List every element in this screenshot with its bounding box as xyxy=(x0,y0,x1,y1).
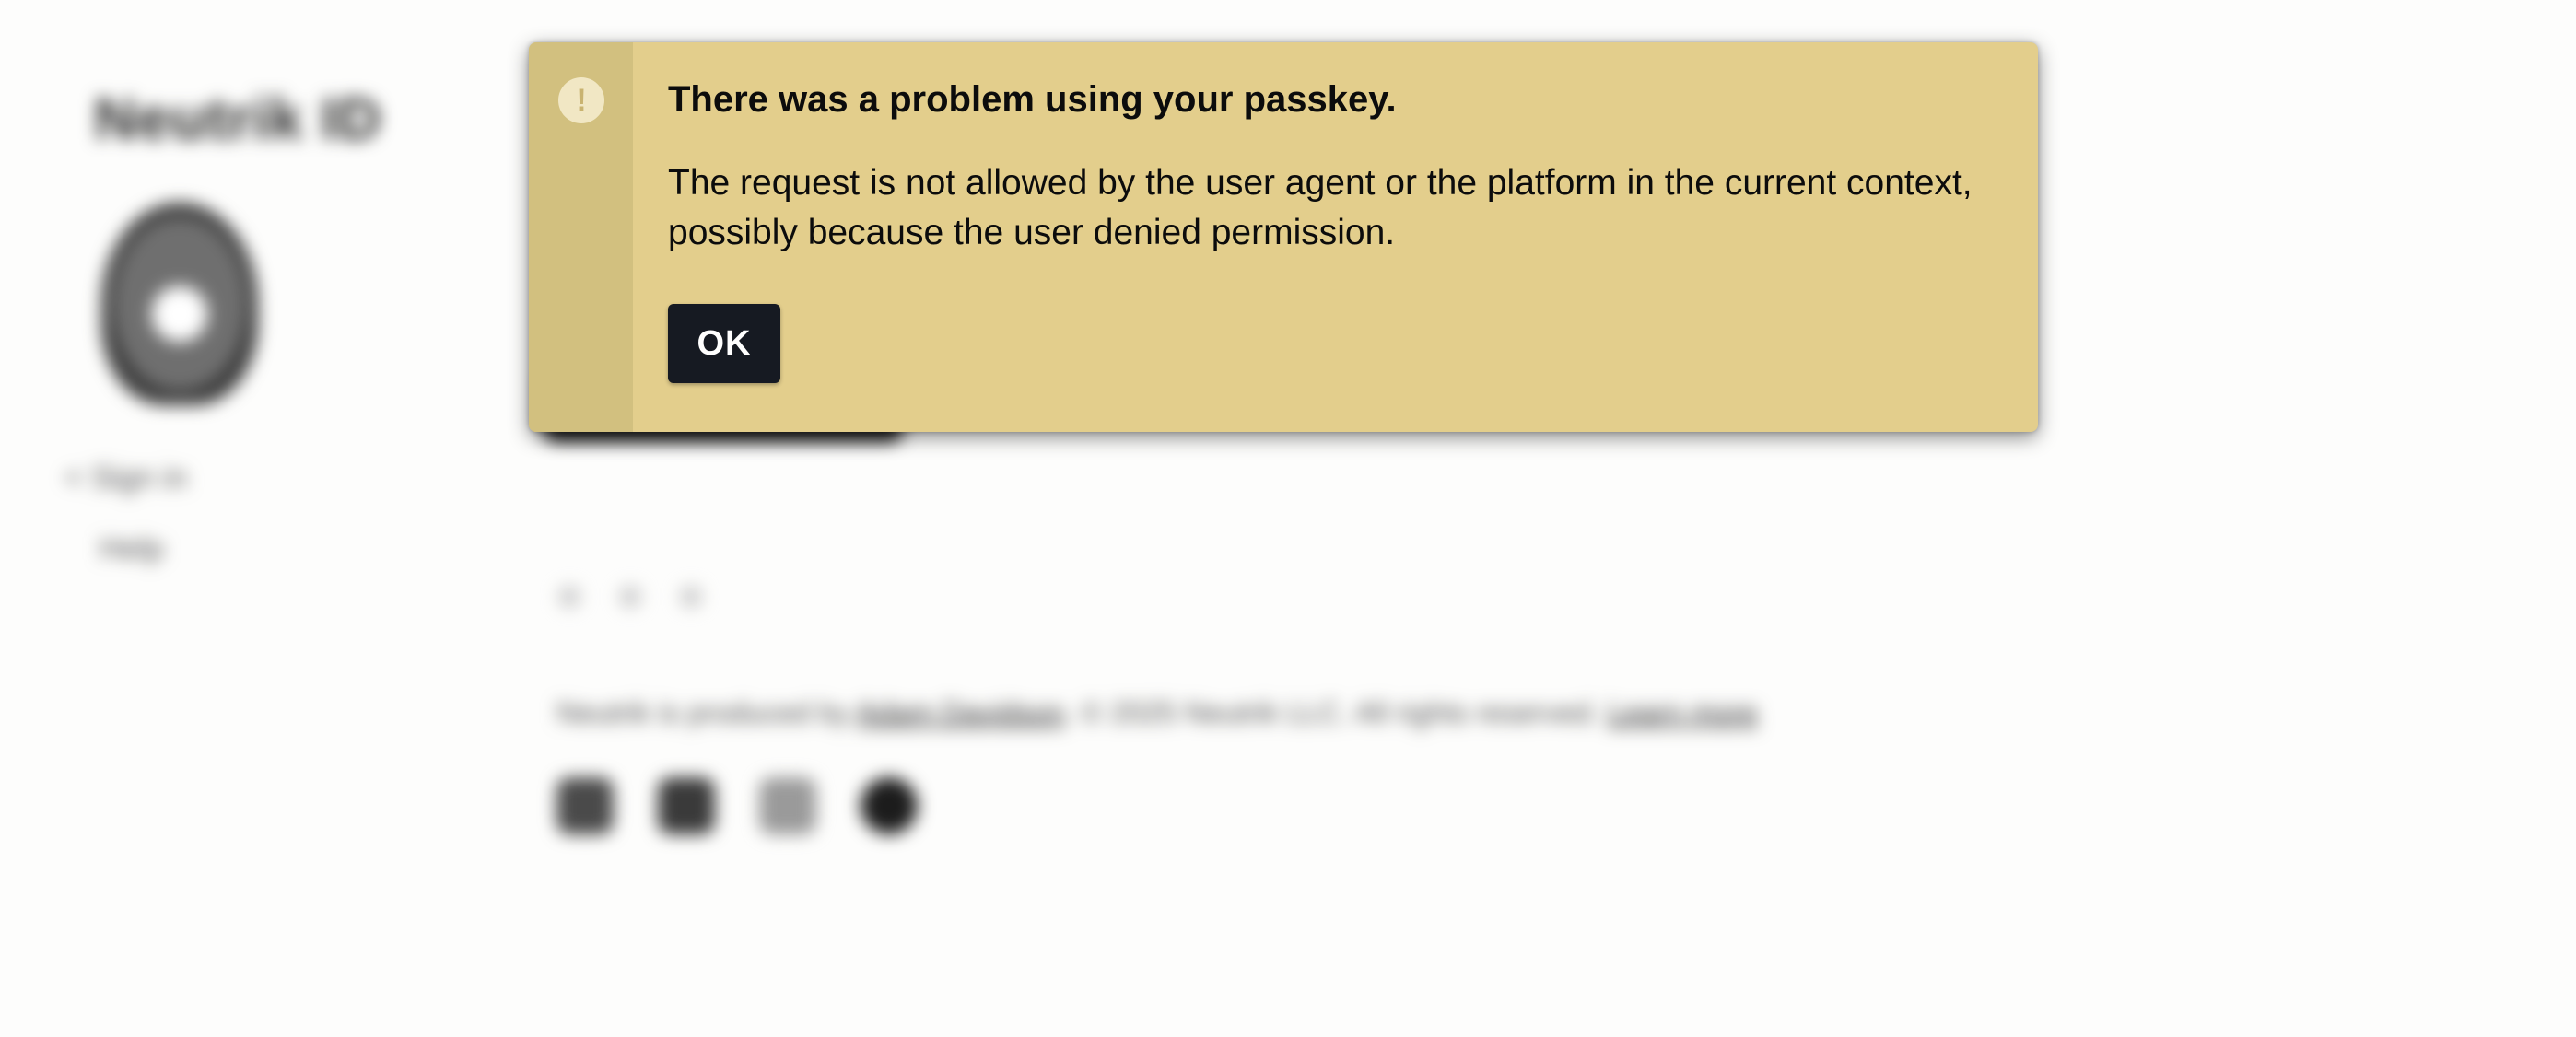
alert-side-strip: ! xyxy=(529,42,633,432)
page: Neutrik ID < Sign in Help Neutrik is pro… xyxy=(0,0,2576,1037)
avatar xyxy=(101,203,258,405)
exclamation-icon: ! xyxy=(558,77,604,123)
alert-body: There was a problem using your passkey. … xyxy=(633,42,2013,432)
alert-title: There was a problem using your passkey. xyxy=(668,79,1397,120)
footer-learn-more-link[interactable]: Learn more xyxy=(1608,696,1759,729)
passkey-error-dialog: ! There was a problem using your passkey… xyxy=(529,42,2038,432)
sidebar-nav: < Sign in Help xyxy=(64,460,187,602)
footer-link[interactable]: Adam Davidson xyxy=(857,696,1065,729)
footer-prefix: Neutrik is produced by xyxy=(556,696,857,729)
dot xyxy=(558,586,580,608)
sidebar-item-help[interactable]: Help xyxy=(64,531,187,567)
social-icon[interactable] xyxy=(658,777,715,834)
dot xyxy=(680,586,702,608)
footer-suffix: . © 2025 Neutrik LLC. All rights reserve… xyxy=(1064,696,1608,729)
dot xyxy=(619,586,641,608)
alert-message: The request is not allowed by the user a… xyxy=(668,163,1973,252)
sidebar-item-sign-in[interactable]: < Sign in xyxy=(64,460,187,496)
social-icon[interactable] xyxy=(759,777,816,834)
social-icon[interactable] xyxy=(861,777,918,834)
brand-logo: Neutrik ID xyxy=(94,86,382,152)
pagination-dots xyxy=(558,586,702,608)
social-icon[interactable] xyxy=(556,777,614,834)
ok-button[interactable]: OK xyxy=(668,304,780,383)
social-links xyxy=(556,777,918,834)
footer-text: Neutrik is produced by Adam Davidson. © … xyxy=(556,696,1758,730)
